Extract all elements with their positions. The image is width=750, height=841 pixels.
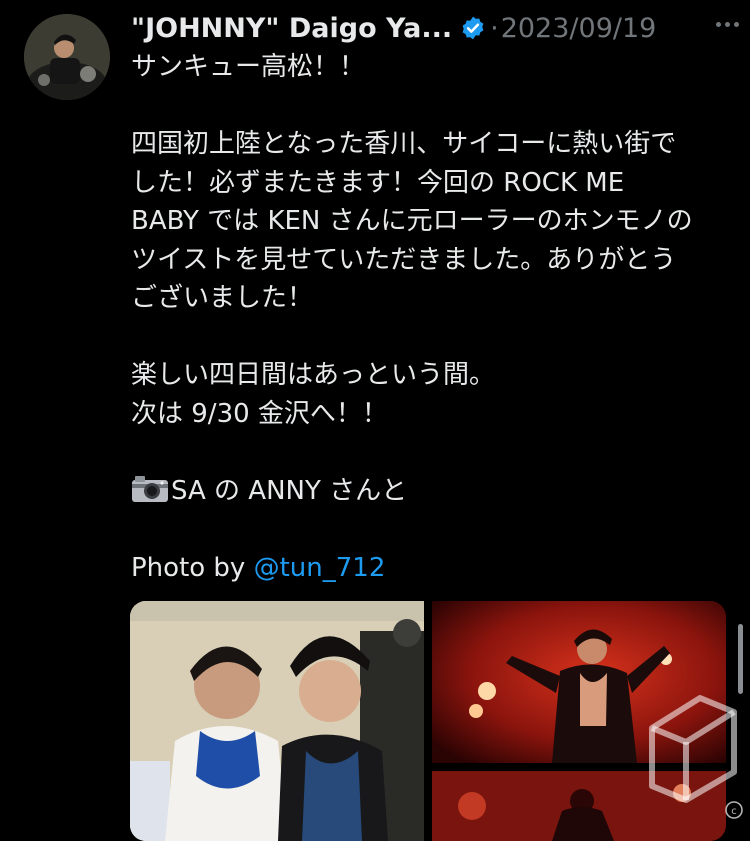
media-photo-1[interactable] bbox=[130, 601, 424, 841]
tweet-line: サンキュー高松！！ bbox=[131, 52, 366, 82]
scrollbar-thumb[interactable] bbox=[738, 624, 743, 694]
camera-line-text: SA の ANNY さんと bbox=[171, 475, 408, 506]
author-name[interactable]: "JOHNNY" Daigo Ya... bbox=[131, 13, 452, 44]
tweet-line: 次は 9/30 金沢へ！！ bbox=[131, 398, 388, 429]
tweet-line: 楽しい四日間はあっという間。 bbox=[131, 360, 496, 390]
tweet-line: ツイストを見せていただきました。ありがとう bbox=[131, 244, 677, 275]
tweet-line: Photo by @tun_712 bbox=[131, 549, 731, 588]
tweet-text: サンキュー高松！！ 四国初上陸となった香川、サイコーに熱い街で した！必ずまたき… bbox=[131, 48, 731, 587]
avatar-photo bbox=[24, 14, 110, 100]
tweet-line: 四国初上陸となった香川、サイコーに熱い街で bbox=[131, 129, 677, 159]
tweet-line: した！必ずまたきます！今回の ROCK ME bbox=[131, 167, 625, 198]
tweet-line: SA の ANNY さんと bbox=[131, 472, 731, 511]
media-photo-1-image bbox=[130, 601, 424, 841]
tweet-header: "JOHNNY" Daigo Ya... · 2023/09/19 bbox=[131, 8, 732, 48]
more-options-icon[interactable] bbox=[714, 12, 744, 28]
author-avatar[interactable] bbox=[24, 14, 110, 100]
svg-text:c: c bbox=[731, 806, 737, 817]
copyright-watermark-icon: c bbox=[649, 695, 743, 819]
verified-badge-icon bbox=[462, 16, 484, 40]
media-grid bbox=[130, 601, 726, 841]
separator-dot: · bbox=[490, 12, 499, 44]
tweet-line: BABY では KEN さんに元ローラーのホンモノの bbox=[131, 206, 693, 236]
mention-link[interactable]: @tun_712 bbox=[254, 553, 386, 583]
photo-credit-prefix: Photo by bbox=[131, 552, 254, 583]
tweet-line: ございました！ bbox=[131, 283, 314, 313]
camera-emoji-icon bbox=[132, 475, 168, 502]
tweet-timestamp[interactable]: 2023/09/19 bbox=[501, 13, 657, 44]
